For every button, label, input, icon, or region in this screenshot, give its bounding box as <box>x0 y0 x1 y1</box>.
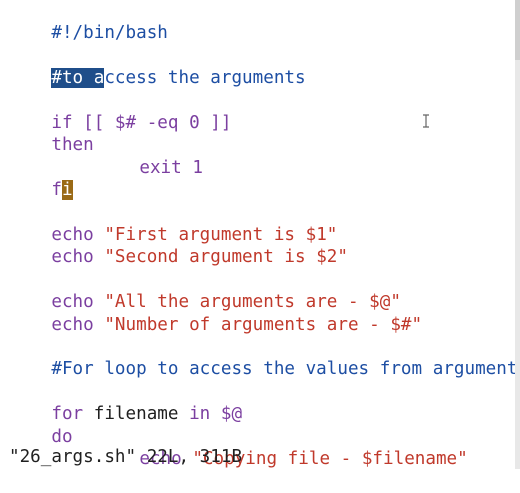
code-line-if: if [[ $# -eq 0 ]] <box>9 90 231 133</box>
string-literal: "Number of arguments are - $#" <box>104 314 423 335</box>
keyword-echo: echo <box>51 314 94 335</box>
keyword-fi-start: f <box>51 180 62 201</box>
text-ibeam-cursor-icon <box>423 114 429 128</box>
exit-code: 1 <box>181 157 203 178</box>
code-line-echo-first: echo "First argument is $1" <box>9 202 337 245</box>
code-line-do: do <box>9 403 72 447</box>
code-line-shebang: #!/bin/bash <box>9 0 168 43</box>
code-line-fi: fi <box>9 157 73 201</box>
loop-args: $@ <box>210 404 243 425</box>
loop-variable: filename <box>83 404 190 425</box>
code-line-exit: exit 1 <box>97 134 203 178</box>
code-line-echo-second: echo "Second argument is $2" <box>9 224 348 267</box>
keyword-exit: exit <box>139 157 182 178</box>
status-line: "26_args.sh" 22L, 311B <box>9 447 243 467</box>
code-line-echo-copying: echo "Copying file - $filename" <box>97 426 467 469</box>
code-line-for: for filename in $@ <box>9 381 242 424</box>
keyword-then: then <box>51 135 94 156</box>
comment-text: ccess the arguments <box>104 68 306 89</box>
code-line-comment-for: #For loop to access the values from argu… <box>9 336 520 379</box>
text-cursor: i <box>61 180 73 201</box>
if-condition: [[ $# -eq 0 ]] <box>72 113 232 133</box>
comment-text: #For loop to access the values from argu… <box>51 359 520 380</box>
code-editor[interactable]: #!/bin/bash #to access the arguments if … <box>0 0 520 469</box>
string-literal: "Second argument is $2" <box>104 247 348 268</box>
shebang-text: #!/bin/bash <box>51 23 168 44</box>
keyword-do: do <box>51 426 73 447</box>
keyword-echo: echo <box>51 247 94 268</box>
code-line-echo-all: echo "All the arguments are - $@" <box>9 269 401 312</box>
scrollbar-thumb[interactable] <box>515 0 520 60</box>
vertical-scrollbar[interactable] <box>515 0 520 469</box>
selected-text: #to a <box>51 68 105 89</box>
code-line-comment-access: #to access the arguments <box>9 45 306 89</box>
keyword-in: in <box>189 404 211 425</box>
code-line-then: then <box>9 112 93 155</box>
code-line-echo-number: echo "Number of arguments are - $#" <box>9 291 422 335</box>
